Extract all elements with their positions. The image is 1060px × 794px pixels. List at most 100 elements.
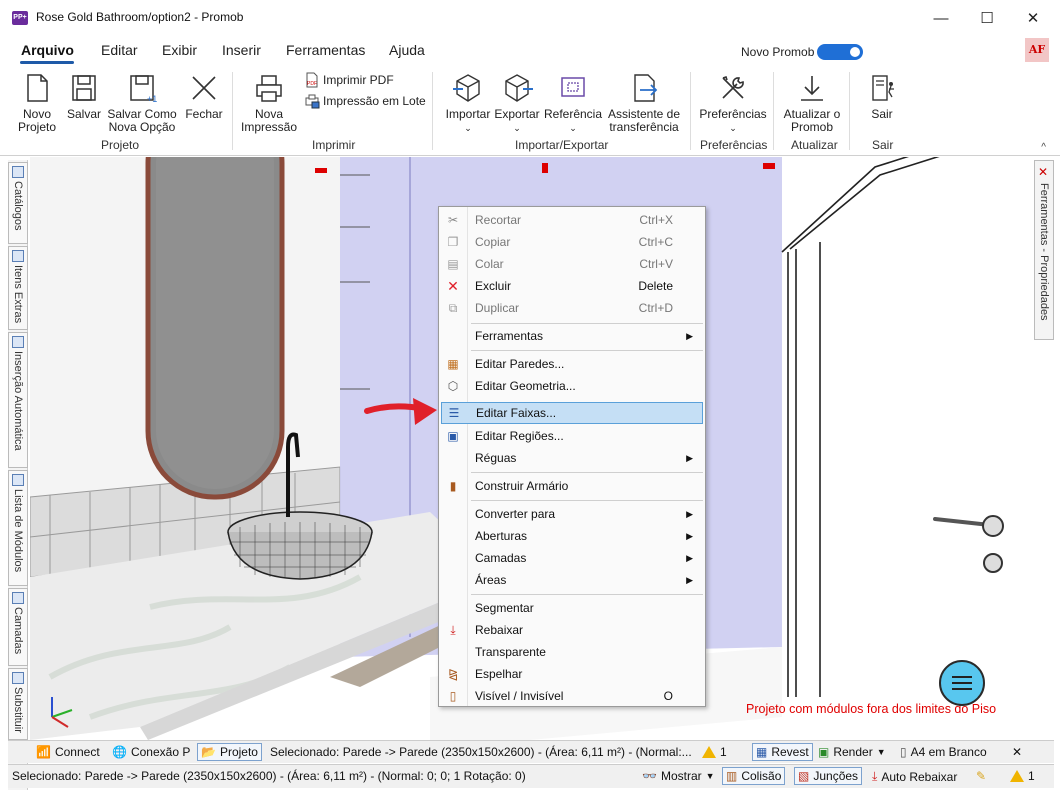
menu-converter-para[interactable]: Converter para ▶ — [441, 503, 703, 525]
menu-ferramentas[interactable]: Ferramentas — [286, 42, 365, 58]
tab-lista-label: Lista de Módulos — [12, 489, 24, 573]
tab-catalogos[interactable]: Catálogos — [8, 162, 28, 244]
novo-promob-toggle[interactable] — [817, 44, 863, 60]
auto-insert-icon — [12, 336, 24, 348]
a4-em-branco-button[interactable]: ▯ A4 em Branco — [900, 745, 987, 759]
nova-impressao-l1: Nova — [254, 107, 283, 121]
menu-visivel-invisivel[interactable]: ▯ Visível / Invisível O — [441, 685, 703, 707]
minimize-button[interactable]: — — [918, 4, 964, 32]
menu-exibir[interactable]: Exibir — [162, 42, 197, 58]
user-avatar[interactable]: AF — [1025, 38, 1049, 62]
menu-aberturas[interactable]: Aberturas ▶ — [441, 525, 703, 547]
novo-projeto-button[interactable]: Novo Projeto — [14, 72, 60, 134]
layers-icon — [12, 592, 24, 604]
delete-icon: ✕ — [447, 277, 459, 294]
scissors-icon: ✂ — [447, 213, 459, 227]
impressao-lote-button[interactable]: Impressão em Lote — [304, 93, 426, 109]
menu-transparente[interactable]: Transparente — [441, 641, 703, 663]
novo-projeto-l1: Novo — [22, 107, 51, 121]
close-window-button[interactable]: ✕ — [1010, 4, 1056, 32]
chat-menu-icon[interactable] — [939, 660, 985, 706]
preferencias-button[interactable]: Preferências ⌄ — [698, 72, 768, 135]
svg-text:PDF: PDF — [307, 81, 317, 87]
catalog-icon — [12, 166, 24, 178]
auto-rebaixar-button[interactable]: ⤓ Auto Rebaixar — [872, 769, 957, 784]
walls-icon: ▦ — [447, 357, 459, 371]
wifi-icon: 📶 — [36, 745, 51, 759]
menu-arquivo[interactable]: Arquivo — [21, 42, 74, 58]
fechar-button[interactable]: Fechar — [182, 72, 226, 121]
pencil-tool-button[interactable]: ✎ — [976, 769, 986, 783]
menu-areas[interactable]: Áreas ▶ — [441, 569, 703, 591]
tab-catalogos-label: Catálogos — [12, 181, 24, 231]
mirror-icon: ⧎ — [447, 667, 459, 681]
conexao-button[interactable]: 🌐 Conexão P — [112, 745, 190, 759]
tab-insercao-automatica[interactable]: Inserção Automática — [8, 332, 28, 468]
svg-text:+1: +1 — [147, 94, 157, 104]
menu-excluir[interactable]: ✕ Excluir Delete — [441, 275, 703, 297]
referencia-button[interactable]: Referência ⌄ — [543, 72, 603, 135]
importar-button[interactable]: Importar ⌄ — [442, 72, 494, 135]
menu-inserir[interactable]: Inserir — [222, 42, 261, 58]
tab-substituir-label: Substituir — [12, 687, 24, 733]
tab-ferramentas-propriedades[interactable]: ✕ Ferramentas - Propriedades — [1034, 160, 1054, 340]
alerts-bottom-button[interactable]: 1 — [1010, 769, 1035, 783]
left-dock: Catálogos Itens Extras Inserção Automáti… — [8, 160, 28, 790]
sair-button[interactable]: Sair — [860, 72, 904, 121]
connect-button[interactable]: 📶 Connect — [36, 745, 100, 759]
menu-editar-paredes[interactable]: ▦ Editar Paredes... — [441, 353, 703, 375]
colisao-button[interactable]: ▥ Colisão — [722, 767, 786, 785]
menu-editar-regioes[interactable]: ▣ Editar Regiões... — [441, 425, 703, 447]
assistente-transferencia-button[interactable]: Assistente de transferência — [606, 72, 682, 134]
exportar-button[interactable]: Exportar ⌄ — [494, 72, 540, 135]
menu-rebaixar[interactable]: ⤓ Rebaixar — [441, 619, 703, 641]
menu-ajuda[interactable]: Ajuda — [389, 42, 425, 58]
render-button[interactable]: ▣ Render ▼ — [818, 745, 886, 759]
replace-icon — [12, 672, 24, 684]
menu-camadas[interactable]: Camadas ▶ — [441, 547, 703, 569]
menu-reguas[interactable]: Réguas ▶ — [441, 447, 703, 469]
menu-segmentar[interactable]: Segmentar — [441, 597, 703, 619]
tab-camadas[interactable]: Camadas — [8, 588, 28, 666]
salvar-button[interactable]: Salvar — [64, 72, 104, 121]
menu-editar-faixas[interactable]: ☰ Editar Faixas... — [441, 402, 703, 424]
menu-editar[interactable]: Editar — [101, 42, 138, 58]
juncoes-button[interactable]: ▧ Junções — [794, 767, 863, 785]
tab-itens-extras[interactable]: Itens Extras — [8, 246, 28, 330]
menu-construir-armario[interactable]: ▮ Construir Armário — [441, 475, 703, 497]
menu-ferramentas-sub[interactable]: Ferramentas ▶ — [441, 325, 703, 347]
tab-lista-modulos[interactable]: Lista de Módulos — [8, 470, 28, 586]
alerts-button[interactable]: 1 — [702, 745, 727, 759]
menu-copiar[interactable]: ❐ Copiar Ctrl+C — [441, 231, 703, 253]
exit-icon — [872, 75, 894, 101]
ribbon-separator — [690, 72, 691, 150]
imprimir-pdf-button[interactable]: PDF Imprimir PDF — [304, 72, 394, 88]
selection-detail: Selecionado: Parede -> Parede (2350x150x… — [12, 769, 526, 783]
salvar-como-l1: Salvar Como — [107, 107, 177, 121]
close-status-button[interactable]: ✕ — [1012, 745, 1022, 759]
ribbon-collapse-button[interactable]: ^ — [1041, 142, 1046, 153]
menu-editar-geometria[interactable]: ⬡ Editar Geometria... — [441, 375, 703, 397]
tab-substituir[interactable]: Substituir — [8, 668, 28, 740]
revest-button[interactable]: ▦ Revest — [752, 743, 813, 761]
preferencias-label: Preferências — [699, 107, 767, 121]
submenu-arrow-icon: ▶ — [686, 330, 693, 341]
menu-duplicar[interactable]: ⧉ Duplicar Ctrl+D — [441, 297, 703, 319]
projeto-button[interactable]: 📂 Projeto — [197, 743, 262, 761]
salvar-como-button[interactable]: +1 Salvar Como Nova Opção — [106, 72, 178, 134]
nova-impressao-button[interactable]: Nova Impressão — [240, 72, 298, 134]
maximize-button[interactable]: ☐ — [964, 4, 1010, 32]
batch-print-icon — [305, 94, 320, 109]
menu-espelhar[interactable]: ⧎ Espelhar — [441, 663, 703, 685]
atualizar-l1: Atualizar o — [783, 107, 841, 121]
close-icon — [192, 76, 216, 100]
menu-recortar[interactable]: ✂ Recortar Ctrl+X — [441, 209, 703, 231]
status-bar-top: 📶 Connect 🌐 Conexão P 📂 Projeto Selecion… — [8, 740, 1054, 763]
tiles-icon: ▦ — [756, 745, 768, 759]
atualizar-promob-button[interactable]: Atualizar o Promob — [780, 72, 844, 134]
menu-colar[interactable]: ▤ Colar Ctrl+V — [441, 253, 703, 275]
module-list-icon — [12, 474, 24, 486]
mostrar-button[interactable]: 👓 Mostrar ▼ — [642, 769, 715, 783]
submenu-arrow-icon: ▶ — [686, 574, 693, 585]
salvar-como-l2: Nova Opção — [108, 120, 176, 134]
